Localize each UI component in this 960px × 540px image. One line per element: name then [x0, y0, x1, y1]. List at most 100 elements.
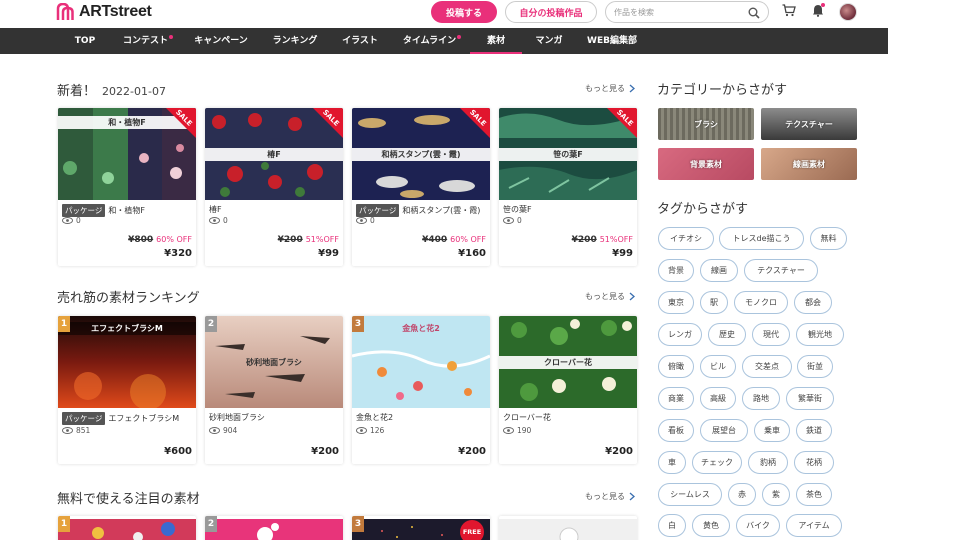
tag-chip[interactable]: 高級 [700, 387, 736, 410]
nav-item-timeline[interactable]: タイムライン [400, 28, 464, 54]
tag-chip[interactable]: チェック [692, 451, 742, 474]
tag-chip[interactable]: 街並 [797, 355, 833, 378]
tag-chip[interactable]: 茶色 [796, 483, 832, 506]
category-brush[interactable]: ブラシ [658, 108, 754, 140]
eye-icon [503, 217, 514, 224]
material-card[interactable]: 1 [58, 516, 196, 540]
section-title-free: 無料で使える注目の素材 [57, 488, 200, 507]
tag-chip[interactable]: 俯瞰 [658, 355, 694, 378]
search-icon[interactable] [748, 7, 760, 19]
my-posts-button[interactable]: 自分の投稿作品 [505, 1, 597, 23]
tag-chip[interactable]: 乗車 [754, 419, 790, 442]
global-nav: TOP コンテスト キャンペーン ランキング イラスト タイムライン 素材 マン… [0, 28, 888, 54]
tag-chip[interactable]: 線画 [700, 259, 738, 282]
tag-chip[interactable]: 赤 [728, 483, 756, 506]
tag-chip[interactable]: 駅 [700, 291, 728, 314]
tag-chip[interactable]: 路地 [742, 387, 780, 410]
tag-chip[interactable]: 歴史 [708, 323, 746, 346]
tag-chip[interactable]: 都会 [794, 291, 832, 314]
card-name-text: 和柄スタンプ(雲・霞) [402, 206, 481, 215]
category-background[interactable]: 背景素材 [658, 148, 754, 180]
category-line-art[interactable]: 線画素材 [761, 148, 857, 180]
tag-chip[interactable]: トレスde描こう [719, 227, 804, 250]
tag-chip[interactable]: 紫 [762, 483, 790, 506]
material-card[interactable]: 和・植物F SALE パッケージ 和・植物F 0 ¥800 60% OFF ¥320 [58, 108, 196, 266]
tag-chip[interactable]: 花柄 [794, 451, 834, 474]
tag-chip[interactable]: 交差点 [742, 355, 792, 378]
nav-item-campaign[interactable]: キャンペーン [190, 28, 252, 54]
card-thumbnail: 和柄スタンプ(雲・霞) SALE [352, 108, 490, 200]
card-name-text: クローバー花 [503, 413, 551, 422]
tag-chip[interactable]: レンガ [658, 323, 702, 346]
view-count: 851 [62, 426, 90, 435]
tag-chip[interactable]: 看板 [658, 419, 694, 442]
material-card[interactable]: 砂利地面ブラシ 2 砂利地面ブラシ 904 ¥200 [205, 316, 343, 464]
section-title-new: 新着！ 2022-01-07 [57, 80, 166, 99]
avatar[interactable] [839, 3, 857, 21]
tag-chip[interactable]: 豹柄 [748, 451, 788, 474]
tag-chip[interactable]: 白 [658, 514, 686, 537]
search-box [605, 1, 769, 23]
search-input[interactable] [614, 6, 744, 19]
nav-item-ranking[interactable]: ランキング [268, 28, 322, 54]
original-price: ¥200 51%OFF [572, 235, 633, 245]
view-count: 0 [62, 216, 81, 225]
tag-chip[interactable]: 商業 [658, 387, 694, 410]
nav-label: コンテスト [122, 36, 168, 46]
tag-chip[interactable]: ビル [700, 355, 736, 378]
site-header: ARTstreet 投稿する 自分の投稿作品 [0, 0, 888, 27]
material-card[interactable]: 椿F SALE 椿F 0 ¥200 51%OFF ¥99 [205, 108, 343, 266]
tag-chip[interactable]: 無料 [810, 227, 847, 250]
cart-icon[interactable] [782, 4, 796, 17]
nav-item-material[interactable]: 素材 [470, 28, 522, 54]
tag-chip[interactable]: イチオシ [658, 227, 714, 250]
material-card[interactable]: 2 [205, 516, 343, 540]
card-title: 笹の葉F [503, 204, 532, 215]
view-count: 126 [356, 426, 384, 435]
post-button[interactable]: 投稿する [431, 1, 497, 23]
tag-chip[interactable]: バイク [736, 514, 780, 537]
card-name-text: 金魚と花2 [356, 413, 394, 422]
discount-label: 60% OFF [156, 235, 192, 244]
tag-chip[interactable]: 黄色 [692, 514, 730, 537]
nav-item-web-editorial[interactable]: WEB編集部 [586, 28, 638, 54]
nav-item-top[interactable]: TOP [70, 28, 100, 54]
tag-chip[interactable]: 現代 [752, 323, 790, 346]
tag-chip[interactable]: アイテム [786, 514, 842, 537]
tag-chip[interactable]: モノクロ [734, 291, 788, 314]
logo-mark-icon [56, 3, 74, 20]
old-price-value: ¥800 [128, 235, 154, 245]
material-card[interactable]: 和柄スタンプ(雲・霞) SALE パッケージ 和柄スタンプ(雲・霞) 0 ¥400… [352, 108, 490, 266]
card-name-text: 砂利地面ブラシ [209, 413, 265, 422]
tag-chip[interactable]: 背景 [658, 259, 694, 282]
more-link-free[interactable]: もっと見る [585, 491, 635, 502]
discount-label: 51%OFF [599, 235, 633, 244]
nav-label: ランキング [272, 36, 318, 46]
tag-chip[interactable]: 鉄道 [796, 419, 832, 442]
tag-chip[interactable]: シームレス [658, 483, 722, 506]
site-logo[interactable]: ARTstreet [56, 3, 152, 21]
tag-chip[interactable]: 展望台 [700, 419, 748, 442]
nav-item-manga[interactable]: マンガ [530, 28, 568, 54]
material-card[interactable]: クローバー花 クローバー花 190 ¥200 [499, 316, 637, 464]
category-texture[interactable]: テクスチャー [761, 108, 857, 140]
more-link-ranking[interactable]: もっと見る [585, 291, 635, 302]
category-label: 背景素材 [690, 159, 722, 169]
tag-chip[interactable]: 繁華街 [786, 387, 834, 410]
more-link-new[interactable]: もっと見る [585, 83, 635, 94]
nav-item-contest[interactable]: コンテスト [118, 28, 178, 54]
tag-chip[interactable]: 東京 [658, 291, 694, 314]
tag-chip[interactable]: 車 [658, 451, 686, 474]
tag-chip[interactable]: テクスチャー [744, 259, 818, 282]
material-card[interactable]: 金魚と花2 3 金魚と花2 126 ¥200 [352, 316, 490, 464]
tag-chip[interactable]: 観光地 [796, 323, 844, 346]
nav-label: 素材 [486, 36, 505, 46]
material-card[interactable]: エフェクトブラシM 1 パッケージ エフェクトブラシM 851 ¥600 [58, 316, 196, 464]
material-card[interactable] [499, 516, 637, 540]
nav-item-illust[interactable]: イラスト [338, 28, 382, 54]
price: ¥99 [612, 248, 633, 259]
material-card[interactable]: 笹の葉F SALE 笹の葉F 0 ¥200 51%OFF ¥99 [499, 108, 637, 266]
material-card[interactable]: 3 FREE [352, 516, 490, 540]
section-date: 2022-01-07 [102, 85, 166, 98]
card-thumbnail: 金魚と花2 3 [352, 316, 490, 408]
